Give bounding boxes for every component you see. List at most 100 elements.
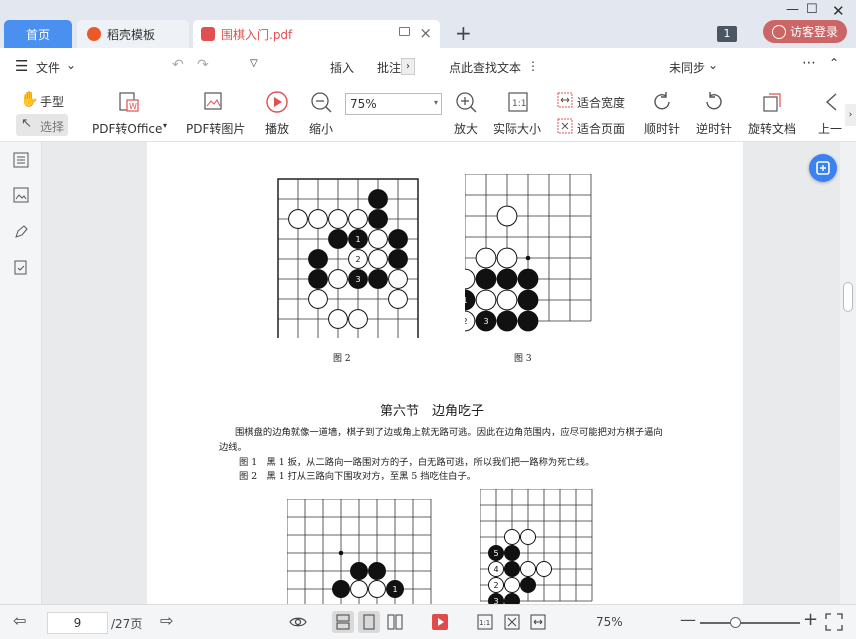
svg-text:1: 1 (355, 235, 360, 244)
single-page-icon (363, 614, 375, 630)
maximize-icon[interactable]: ☐ (806, 2, 818, 17)
zoom-level[interactable]: 75% (596, 615, 623, 629)
floating-action-button[interactable] (809, 154, 837, 182)
cursor-icon: ↖ (21, 116, 32, 131)
tab-home-label: 首页 (25, 27, 50, 42)
prev-page-button[interactable]: 上一 (818, 120, 842, 137)
svg-text:1: 1 (392, 585, 397, 594)
double-page-icon[interactable] (386, 613, 404, 631)
close-tab-icon[interactable]: × (419, 26, 432, 41)
tab-home[interactable]: 首页 (4, 20, 72, 48)
page-number-input[interactable]: 9 (47, 612, 108, 634)
minimize-icon[interactable]: — (786, 2, 799, 17)
tab-bar: 首页 稻壳模板 围棋入门.pdf × + — ☐ ✕ 1 访客登录 (0, 0, 856, 48)
paragraph-2: 图 1 黑 1 扳，从二路向一路围对方的子，白无路可逃，所以我们把一路称为死亡线… (239, 457, 595, 468)
fit-width-status-icon[interactable] (529, 613, 547, 631)
fit-width-button[interactable]: 适合宽度 (577, 94, 625, 111)
undo-icon[interactable]: ↶ (172, 57, 184, 73)
zoom-out-button[interactable]: 缩小 (309, 120, 333, 137)
play-button[interactable]: 播放 (265, 120, 289, 137)
zoom-in-button[interactable]: 放大 (454, 120, 478, 137)
pdf-to-image-button[interactable]: PDF转图片 (186, 120, 245, 137)
chevron-down-icon[interactable]: ▾ (163, 121, 167, 130)
login-button[interactable]: 访客登录 (763, 20, 847, 43)
zoom-slider-handle[interactable] (730, 617, 741, 628)
zoom-in-icon (456, 92, 477, 113)
rotate-counterclockwise-icon (706, 92, 722, 110)
vertical-scrollbar[interactable] (840, 142, 856, 604)
rotate-clockwise-button[interactable]: 顺时针 (644, 120, 680, 137)
chevron-down-icon[interactable]: ⌄ (708, 58, 718, 72)
svg-text:1:1: 1:1 (479, 619, 490, 627)
redo-icon[interactable]: ↷ (197, 57, 209, 73)
more-tabs-icon[interactable]: › (401, 58, 415, 75)
convert-panel-icon[interactable] (13, 260, 29, 276)
chevron-down-icon[interactable]: ▾ (434, 98, 438, 107)
close-window-icon[interactable]: ✕ (832, 2, 845, 20)
fit-page-button[interactable]: 适合页面 (577, 120, 625, 137)
go-board-figure-a: 1 (287, 499, 432, 604)
figure-3-caption: 图 3 (514, 354, 532, 364)
go-board-figure-3: 1 2 3 (465, 174, 592, 332)
status-bar: ⇦ 9 /27页 ⇨ 1:1 75% — + (0, 604, 856, 639)
document-canvas[interactable]: 1 2 3 1 2 3 1 5 4 2 3 图 2 图 3 第六节 边角吃子 围棋盘的边角就像… (42, 142, 840, 604)
menu-insert[interactable]: 插入 (330, 59, 354, 76)
ribbon-toolbar: ✋ 手型 ↖ 选择 W PDF转Office ▾ PDF转图片 播放 缩小 75… (0, 86, 856, 142)
rotate-counterclockwise-button[interactable]: 逆时针 (696, 120, 732, 137)
page-count-badge[interactable]: 1 (717, 26, 737, 42)
collapse-ribbon-icon[interactable]: ⌃ (829, 56, 839, 70)
svg-text:2: 2 (493, 581, 498, 590)
prev-page-arrow-icon[interactable]: ⇦ (13, 611, 26, 630)
svg-text:2: 2 (355, 255, 360, 264)
rotate-clockwise-icon (654, 92, 670, 110)
search-text[interactable]: 点此查找文本 (449, 59, 521, 76)
zoom-in-status-icon[interactable]: + (803, 609, 818, 630)
docer-logo-icon (87, 27, 101, 41)
section-title: 第六节 边角吃子 (380, 404, 485, 419)
svg-text:1: 1 (465, 296, 468, 305)
actual-size-status-icon[interactable]: 1:1 (476, 613, 494, 631)
sync-status[interactable]: 未同步 (669, 59, 705, 76)
page-number-value: 9 (73, 616, 82, 630)
new-tab-icon[interactable]: + (455, 23, 472, 43)
tab-document[interactable]: 围棋入门.pdf × (193, 20, 440, 48)
eye-icon[interactable] (289, 613, 307, 631)
window-icon[interactable] (399, 27, 410, 36)
outline-icon[interactable] (13, 152, 29, 168)
zoom-out-status-icon[interactable]: — (680, 610, 696, 629)
zoom-slider-track[interactable] (700, 622, 800, 624)
pdf-file-icon (201, 27, 215, 41)
slideshow-icon[interactable] (431, 613, 449, 631)
paragraph-3: 图 2 黑 1 打从三路向下围攻对方，至黑 5 挡吃住白子。 (239, 471, 477, 482)
fit-width-icon (557, 92, 573, 108)
actual-size-button[interactable]: 实际大小 (493, 120, 541, 137)
zoom-out-icon (311, 92, 332, 113)
svg-text:2: 2 (465, 317, 468, 326)
menu-file[interactable]: 文件 (36, 59, 60, 76)
next-page-arrow-icon[interactable]: ⇨ (160, 611, 173, 630)
tab-template[interactable]: 稻壳模板 (77, 20, 189, 48)
more-horizontal-icon[interactable]: ⋯ (802, 55, 816, 71)
hamburger-icon[interactable]: ☰ (15, 57, 28, 75)
thumbnail-icon[interactable] (13, 187, 29, 203)
rotate-document-icon (763, 93, 781, 112)
hand-tool-label[interactable]: 手型 (40, 93, 64, 110)
rotate-document-button[interactable]: 旋转文档 (748, 120, 796, 137)
fullscreen-icon[interactable] (825, 613, 843, 631)
annotation-icon[interactable] (13, 224, 29, 240)
fit-page-icon (557, 118, 573, 134)
pdf-to-office-button[interactable]: PDF转Office (92, 120, 162, 137)
fit-page-status-icon[interactable] (503, 613, 521, 631)
scrollbar-thumb[interactable] (843, 282, 853, 312)
svg-text:3: 3 (355, 275, 360, 284)
more-vertical-icon[interactable]: ⋮ (527, 59, 539, 73)
go-board-figure-2: 1 2 3 (277, 178, 419, 338)
more-dropdown-icon[interactable]: ▽ (250, 58, 258, 69)
chevron-down-icon[interactable]: ⌄ (66, 58, 76, 72)
menu-annotate[interactable]: 批注 (377, 59, 401, 76)
ribbon-scroll-right[interactable]: › (845, 104, 856, 126)
zoom-select[interactable]: 75% ▾ (345, 93, 442, 115)
tab-document-label: 围棋入门.pdf (221, 27, 293, 42)
user-icon (771, 24, 786, 39)
menu-bar: ☰ 文件 ⌄ ↶ ↷ ▽ 开始 插入 批注 › 点此查找文本 ⋮ 未同步 ⌄ ⋯… (0, 48, 856, 125)
